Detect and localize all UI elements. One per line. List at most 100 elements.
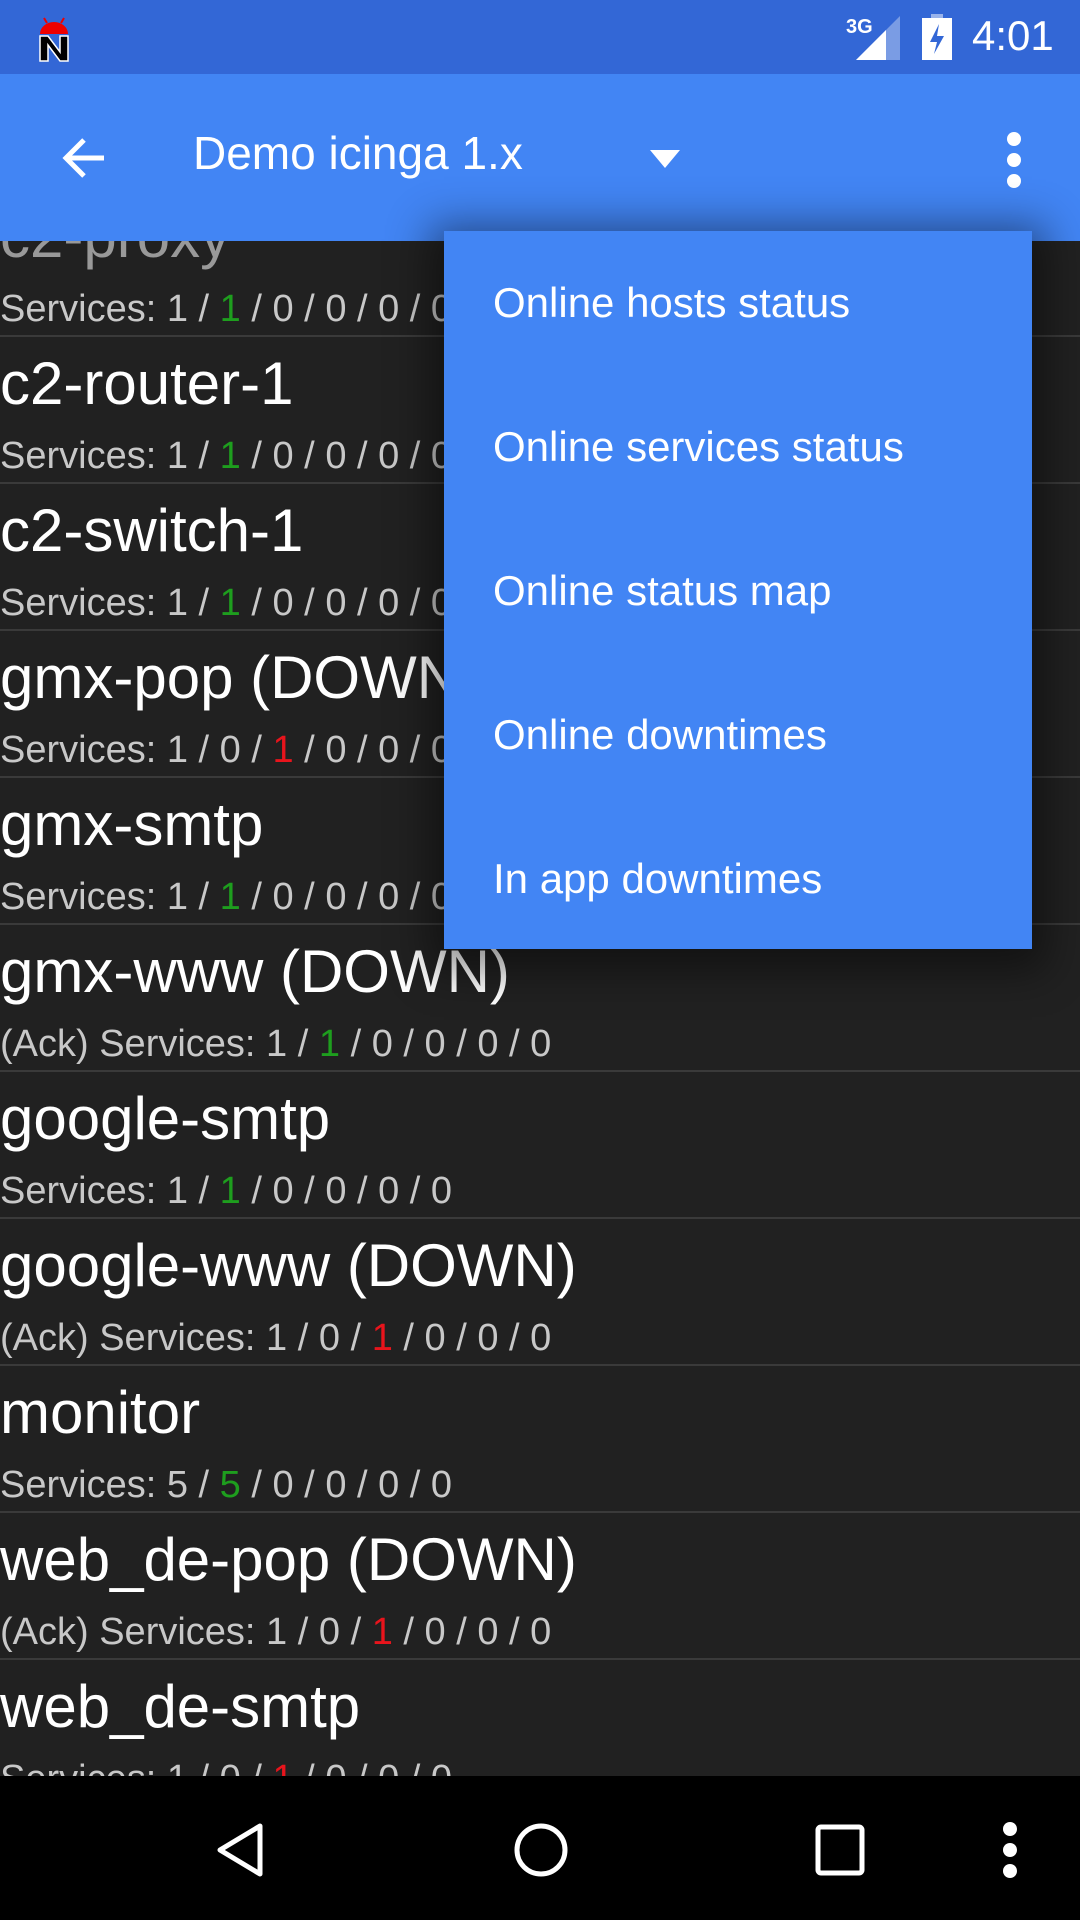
more-vert-icon[interactable]: [996, 130, 1032, 190]
services-ok: 1: [219, 435, 241, 477]
services-critical: 0: [272, 1464, 294, 1506]
menu-item[interactable]: Online services status: [444, 375, 1032, 519]
host-name: gmx-www (DOWN): [0, 938, 510, 1005]
overflow-menu: Online hosts status Online services statu…: [444, 231, 1032, 949]
services-critical: 1: [272, 1758, 293, 1776]
services-summary: Services: 1 / 0 / 1 / 0 / 0 / 0: [0, 1758, 452, 1776]
services-ok: 5: [219, 1464, 241, 1506]
nav-back-icon[interactable]: [214, 1822, 266, 1878]
navigation-bar: [0, 1776, 1080, 1920]
services-summary: Services: 5 / 5 / 0 / 0 / 0 / 0: [0, 1464, 453, 1506]
instance-title[interactable]: Demo icinga 1.x: [193, 126, 523, 180]
services-rest: 0 / 0 / 0: [325, 1464, 453, 1506]
services-ok: 1: [219, 288, 241, 330]
services-total: 5: [166, 1464, 188, 1506]
host-name: web_de-smtp: [0, 1673, 361, 1740]
services-rest: 0 / 0 / 0: [424, 1023, 552, 1065]
toolbar: Demo icinga 1.x: [0, 74, 1080, 241]
host-row[interactable]: google-www (DOWN) (Ack) Services: 1 / 0 …: [0, 1219, 1080, 1366]
services-ok: 0: [318, 1317, 341, 1359]
services-prefix: Services:: [0, 288, 167, 330]
services-rest: 0 / 0 / 0: [325, 435, 453, 477]
menu-item[interactable]: Online hosts status: [444, 231, 1032, 375]
arrow-left-icon[interactable]: [56, 130, 112, 186]
host-name: c2-proxy: [0, 241, 230, 271]
services-summary: Services: 1 / 1 / 0 / 0 / 0 / 0: [0, 876, 453, 918]
services-ok: 0: [220, 1758, 241, 1776]
host-name: web_de-pop (DOWN): [0, 1526, 577, 1593]
host-row[interactable]: web_de-smtp Services: 1 / 0 / 1 / 0 / 0 …: [0, 1660, 1080, 1776]
services-ok: 0: [318, 1611, 341, 1653]
services-total: 1: [266, 1317, 288, 1359]
services-prefix: Services:: [0, 876, 167, 918]
signal-icon: [856, 16, 900, 60]
host-row[interactable]: web_de-pop (DOWN) (Ack) Services: 1 / 0 …: [0, 1513, 1080, 1660]
clock: 4:01: [972, 12, 1054, 59]
services-rest: 0 / 0 / 0: [424, 1611, 552, 1653]
services-summary: (Ack) Services: 1 / 1 / 0 / 0 / 0 / 0: [0, 1023, 552, 1065]
services-prefix: Services:: [0, 1464, 167, 1506]
battery-charging-icon: [922, 14, 952, 60]
services-prefix: Services:: [0, 1758, 167, 1776]
nav-recents-icon[interactable]: [815, 1824, 865, 1876]
menu-item[interactable]: Online status map: [444, 519, 1032, 663]
services-critical: 1: [371, 1317, 393, 1359]
menu-item[interactable]: Online downtimes: [444, 663, 1032, 807]
services-rest: 0 / 0 / 0: [325, 1758, 452, 1776]
services-summary: Services: 1 / 1 / 0 / 0 / 0 / 0: [0, 288, 453, 330]
host-name: c2-router-1: [0, 350, 294, 417]
services-critical: 0: [272, 582, 294, 624]
nav-home-icon[interactable]: [513, 1822, 569, 1878]
services-rest: 0 / 0 / 0: [325, 1170, 453, 1212]
services-prefix: Services:: [0, 729, 167, 771]
services-total: 1: [166, 1170, 188, 1212]
services-prefix: Services:: [0, 582, 167, 624]
services-total: 1: [166, 582, 188, 624]
services-ok: 1: [219, 876, 241, 918]
host-name: monitor: [0, 1379, 201, 1446]
services-summary: (Ack) Services: 1 / 0 / 1 / 0 / 0 / 0: [0, 1611, 552, 1653]
services-rest: 0 / 0 / 0: [325, 582, 453, 624]
services-critical: 1: [371, 1611, 393, 1653]
services-critical: 0: [272, 435, 294, 477]
services-critical: 0: [371, 1023, 393, 1065]
services-ok: 0: [219, 729, 241, 771]
services-total: 1: [166, 876, 188, 918]
services-critical: 0: [272, 1170, 294, 1212]
services-summary: Services: 1 / 1 / 0 / 0 / 0 / 0: [0, 582, 453, 624]
services-rest: 0 / 0 / 0: [424, 1317, 552, 1359]
host-name: gmx-pop (DOWN): [0, 644, 481, 711]
services-prefix: Services:: [0, 1170, 167, 1212]
services-total: 1: [167, 1758, 188, 1776]
services-ok: 1: [318, 1023, 341, 1065]
services-rest: 0 / 0 / 0: [325, 729, 453, 771]
host-row[interactable]: google-smtp Services: 1 / 1 / 0 / 0 / 0 …: [0, 1072, 1080, 1219]
services-prefix: Services:: [0, 435, 167, 477]
services-prefix: (Ack) Services:: [0, 1611, 267, 1653]
services-ok: 1: [219, 582, 241, 624]
services-rest: 0 / 0 / 0: [325, 288, 453, 330]
services-summary: Services: 1 / 0 / 1 / 0 / 0 / 0: [0, 729, 453, 771]
services-total: 1: [166, 729, 188, 771]
triangle-down-icon[interactable]: [650, 150, 680, 168]
services-critical: 0: [272, 288, 294, 330]
services-total: 1: [266, 1611, 288, 1653]
services-total: 1: [266, 1023, 288, 1065]
services-summary: (Ack) Services: 1 / 0 / 1 / 0 / 0 / 0: [0, 1317, 552, 1359]
host-name: gmx-smtp: [0, 791, 264, 858]
status-bar: 3G 4:01: [0, 0, 1080, 74]
services-total: 1: [166, 288, 188, 330]
host-row[interactable]: monitor Services: 5 / 5 / 0 / 0 / 0 / 0: [0, 1366, 1080, 1513]
services-rest: 0 / 0 / 0: [325, 876, 453, 918]
menu-item[interactable]: In app downtimes: [444, 807, 1032, 951]
services-prefix: (Ack) Services:: [0, 1023, 267, 1065]
services-critical: 0: [272, 876, 294, 918]
services-prefix: (Ack) Services:: [0, 1317, 267, 1359]
host-name: google-smtp: [0, 1085, 331, 1152]
services-summary: Services: 1 / 1 / 0 / 0 / 0 / 0: [0, 1170, 453, 1212]
services-total: 1: [166, 435, 188, 477]
services-critical: 1: [272, 729, 294, 771]
services-summary: Services: 1 / 1 / 0 / 0 / 0 / 0: [0, 435, 453, 477]
app-notification-icon: [39, 17, 69, 62]
host-name: c2-switch-1: [0, 497, 304, 564]
